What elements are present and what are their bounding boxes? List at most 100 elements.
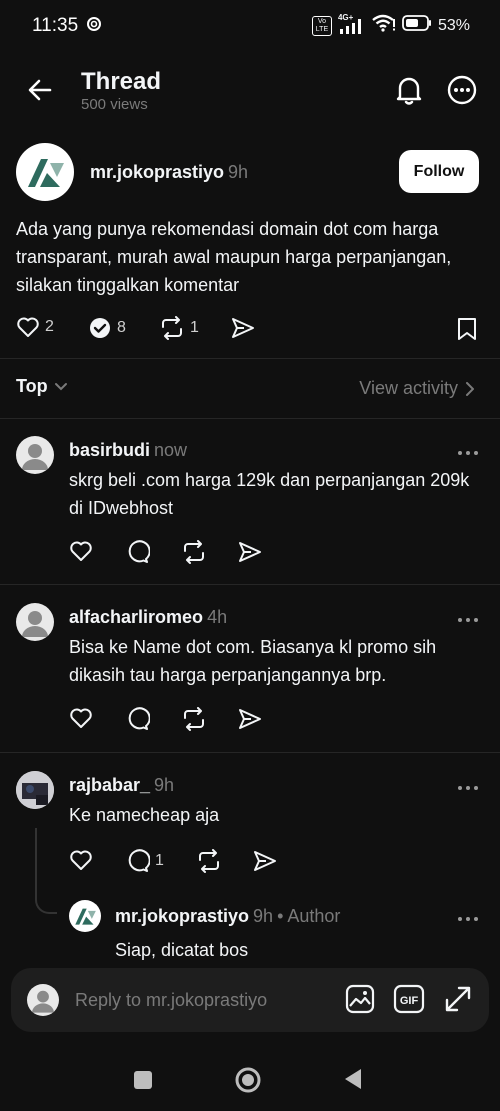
sort-dropdown[interactable]: Top [16,376,68,397]
avatar[interactable] [16,143,74,201]
share-icon [239,709,261,729]
share-button[interactable] [237,707,263,731]
expand-icon[interactable] [443,984,473,1019]
divider [0,752,500,753]
username[interactable]: rajbabar_ [69,775,150,795]
share-icon [254,851,276,871]
follow-button[interactable]: Follow [399,150,479,193]
image-icon[interactable] [345,984,375,1019]
home-icon[interactable] [234,1066,262,1099]
bell-icon[interactable] [394,74,424,111]
repost-icon [184,707,204,731]
repost-icon [162,316,182,340]
reply-input[interactable]: Reply to mr.jokoprastiyo [75,990,267,1011]
heart-icon [70,850,92,870]
reply-composer[interactable]: Reply to mr.jokoprastiyo GIF [11,968,489,1032]
view-activity-link[interactable]: View activity [359,378,474,399]
comment-icon [128,707,150,730]
reply-actions [69,707,309,733]
default-avatar-icon [22,444,48,470]
reply-count: 8 [117,319,126,336]
post-author[interactable]: mr.jokoprastiyo 9h [90,162,248,183]
author-badge: • Author [277,906,341,926]
more-icon[interactable] [456,611,480,629]
more-icon[interactable] [456,910,480,928]
share-button[interactable] [252,849,278,873]
svg-text:GIF: GIF [400,995,419,1007]
reply-text: Siap, dicatat bos [115,940,249,960]
gif-icon[interactable]: GIF [393,984,425,1019]
username[interactable]: alfacharliromeo [69,607,203,627]
brand-logo-icon [28,159,64,187]
avatar[interactable] [16,603,54,641]
back-triangle-icon[interactable] [343,1068,363,1095]
more-icon[interactable] [456,779,480,797]
divider [0,584,500,585]
reply-text: Bisa ke Name dot com. Biasanya kl promo … [69,637,437,685]
brand-logo-icon [75,908,96,925]
username[interactable]: mr.jokoprastiyo [90,162,224,182]
avatar [27,984,59,1016]
comment-button[interactable] [126,540,150,564]
more-options-icon[interactable] [446,74,478,111]
like-button[interactable] [69,707,93,729]
battery-percent: 53% [437,16,470,34]
bookmark-button[interactable] [456,316,478,342]
avatar[interactable] [16,436,54,474]
share-icon [232,318,254,338]
back-arrow-icon[interactable] [26,76,54,109]
avatar[interactable] [69,900,101,932]
reply-author[interactable]: basirbudi now [69,440,187,461]
wifi-icon [372,14,396,37]
threads-notification-icon [86,16,102,37]
sort-row: Top View activity [0,372,500,406]
post-actions: 2 8 1 [16,314,486,344]
chevron-right-icon [466,381,474,396]
volte-icon: Vo LTE [311,15,332,36]
like-button[interactable]: 2 [16,316,54,338]
battery-icon [402,15,432,36]
page-title: Thread [81,68,162,95]
post-text: Ada yang punya rekomendasi domain dot co… [16,219,452,295]
like-button[interactable] [69,540,93,562]
more-icon[interactable] [456,444,480,462]
reply-button[interactable]: 8 [88,316,126,340]
status-bar: 11:35 Vo LTE 4G+ 53% [0,0,500,52]
comment-button[interactable]: 1 [126,849,164,873]
repost-button[interactable] [181,707,207,731]
username[interactable]: mr.jokoprastiyo [115,906,249,926]
reply-author[interactable]: mr.jokoprastiyo 9h • Author [115,906,340,927]
divider [0,358,500,359]
share-button[interactable] [230,316,256,340]
like-count: 2 [45,318,54,335]
reply-author[interactable]: alfacharliromeo 4h [69,607,227,628]
system-nav-bar [0,1060,500,1100]
avatar[interactable] [16,771,54,809]
repost-button[interactable] [181,540,207,564]
recents-icon[interactable] [133,1070,153,1095]
sort-label: Top [16,376,48,396]
repost-count: 1 [190,319,199,336]
reply-author[interactable]: rajbabar_ 9h [69,775,174,796]
like-button[interactable] [69,849,93,871]
view-activity-label: View activity [359,378,458,398]
repost-button[interactable] [196,849,222,873]
user-photo-icon [16,771,54,809]
post-time: 9h [228,162,249,182]
bookmark-icon [458,318,476,340]
verified-reply-icon [90,318,110,338]
view-count: 500 views [81,96,148,113]
default-avatar-icon [32,990,54,1013]
share-button[interactable] [237,540,263,564]
thread-header: Thread 500 views [0,56,500,126]
comment-button[interactable] [126,707,150,731]
reply-text: Ke namecheap aja [69,805,220,825]
reply-text: skrg beli .com harga 129k dan perpanjang… [69,470,470,518]
reply-actions: 1 [69,849,309,875]
chevron-down-icon [54,382,67,390]
comment-icon [128,849,150,872]
username[interactable]: basirbudi [69,440,150,460]
heart-icon [70,541,92,561]
heart-icon [17,317,39,337]
repost-button[interactable]: 1 [159,316,199,340]
